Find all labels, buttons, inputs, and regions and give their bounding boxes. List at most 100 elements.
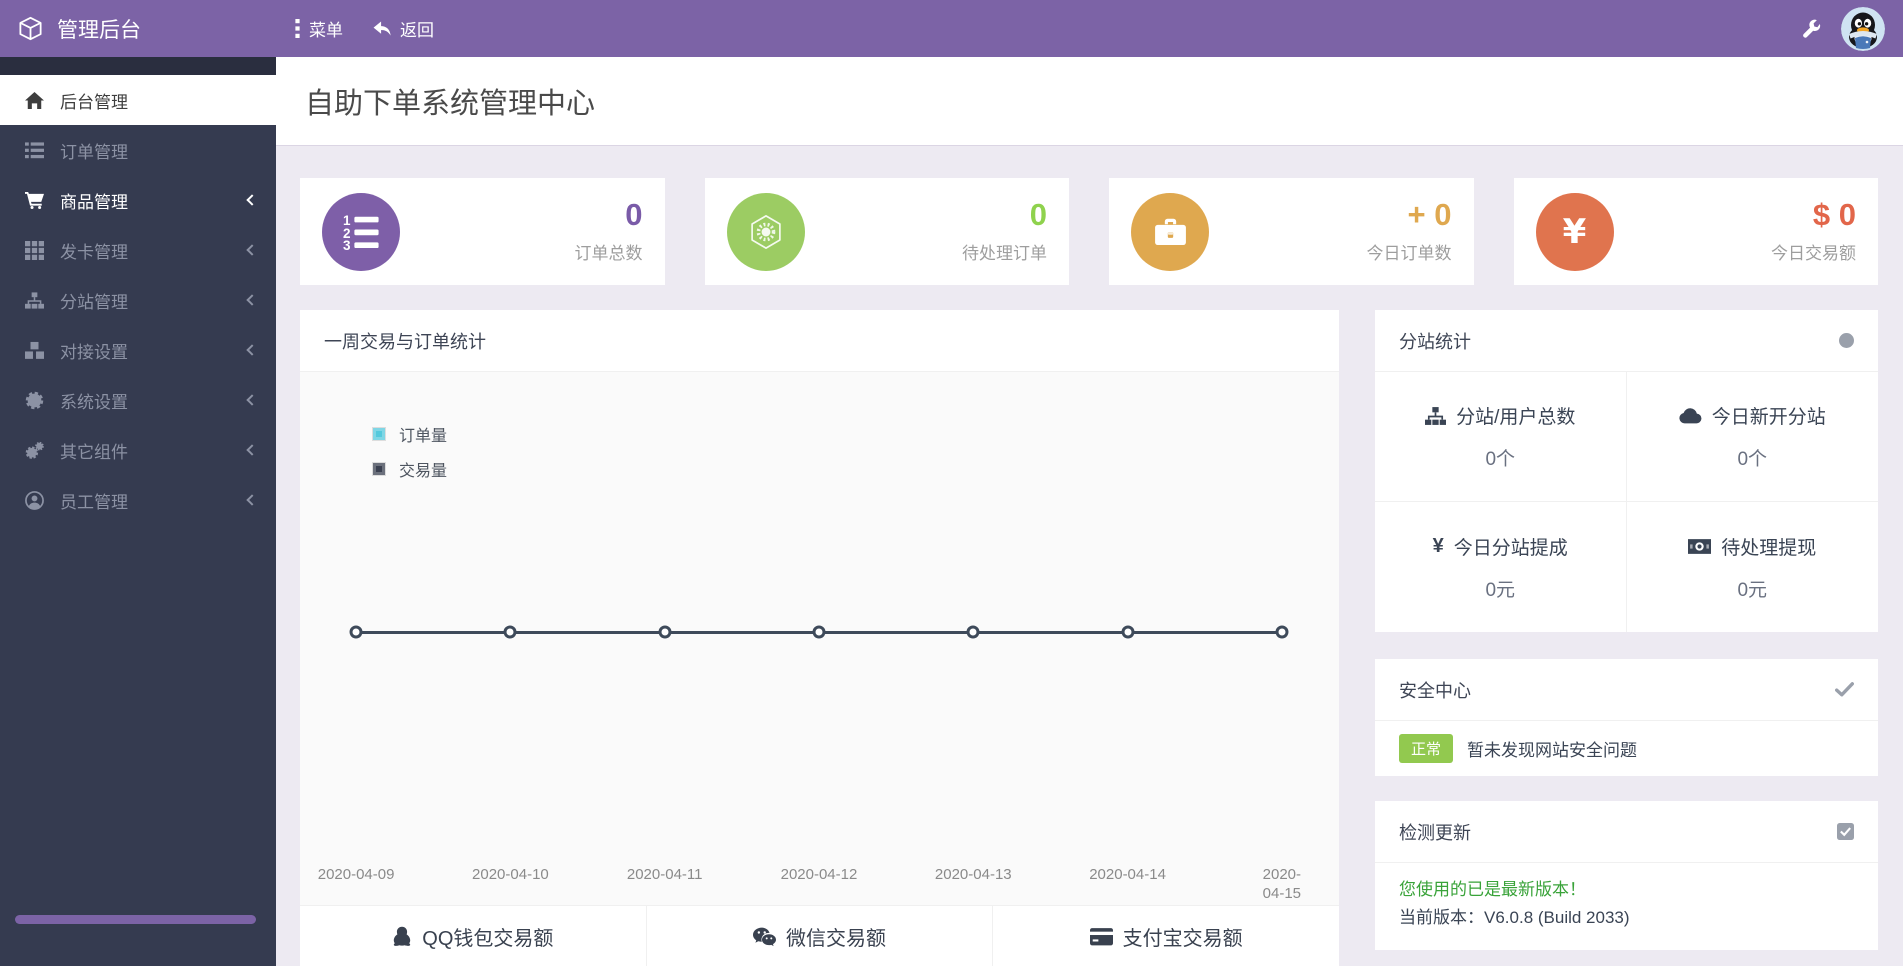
hex-gear-icon — [746, 212, 786, 252]
sidebar-item-label: 对接设置 — [60, 342, 128, 362]
x-axis-label: 2020-04-10 — [472, 866, 549, 883]
stat-card: 123 0 订单总数 — [300, 178, 665, 285]
x-axis-label: 2020-04-11 — [626, 866, 703, 883]
topbar: 管理后台 菜单 返回 — [0, 0, 1903, 57]
x-axis-label: 2020-04-12 — [780, 866, 858, 883]
substation-cell-value: 0元 — [1737, 579, 1768, 601]
user-icon — [23, 490, 45, 510]
footer-metric[interactable]: 微信交易额 — [645, 906, 993, 966]
sidebar-item-label: 后台管理 — [60, 92, 128, 112]
current-version: 当前版本：V6.0.8 (Build 2033) — [1399, 908, 1630, 927]
sidebar-top-strip — [0, 57, 276, 75]
substation-cell-value: 0元 — [1485, 579, 1516, 601]
sidebar-item[interactable]: 分站管理 — [0, 275, 276, 325]
x-axis-label: 2020-04-15 — [1262, 866, 1302, 902]
check-icon — [1835, 682, 1854, 697]
legend-label: 订单量 — [399, 428, 448, 445]
yen-icon: ¥ — [1562, 211, 1587, 252]
legend-item[interactable]: 交易量 — [372, 457, 447, 481]
cubes-icon — [23, 340, 45, 360]
sidebar-item[interactable]: 对接设置 — [0, 325, 276, 375]
chevron-left-icon — [246, 394, 258, 406]
chart-legend: 订单量 交易量 — [372, 422, 447, 481]
footer-metric[interactable]: 支付宝交易额 — [992, 906, 1339, 966]
wrench-icon[interactable] — [1801, 19, 1821, 39]
stat-label: 待处理订单 — [962, 243, 1047, 263]
legend-item[interactable]: 订单量 — [372, 422, 447, 446]
data-point-marker[interactable] — [658, 625, 672, 639]
data-point-marker[interactable] — [1121, 625, 1135, 639]
data-point-marker[interactable] — [349, 625, 363, 639]
sidebar-item[interactable]: 员工管理 — [0, 475, 276, 525]
top-nav: 菜单 返回 — [294, 16, 434, 41]
circle-icon — [1839, 333, 1854, 348]
sitemap-icon — [23, 290, 45, 310]
avatar[interactable] — [1841, 6, 1885, 51]
sidebar-item-label: 系统设置 — [60, 392, 128, 412]
data-point-marker[interactable] — [812, 625, 826, 639]
substation-cell: 今日新开分站 0个 — [1626, 372, 1878, 502]
substation-cell-label: 分站/用户总数 — [1456, 407, 1576, 428]
money-bill-icon — [1688, 538, 1712, 554]
cogs-icon — [23, 440, 45, 460]
data-point-marker[interactable] — [966, 625, 980, 639]
stat-card: + 0 今日订单数 — [1109, 178, 1474, 285]
main-content: 自助下单系统管理中心 123 0 订单总数 0 待处理订单 + 0 今日订单数 … — [276, 57, 1903, 966]
footer-metric[interactable]: QQ钱包交易额 — [300, 906, 646, 966]
chevron-left-icon — [246, 294, 258, 306]
chart-panel: 一周交易与订单统计 订单量 交易量 2020-04-09 2020-04-10 … — [300, 310, 1339, 966]
list-icon — [23, 140, 45, 160]
stat-value: $ 0 — [1812, 197, 1856, 233]
data-point-marker[interactable] — [1275, 625, 1289, 639]
title-band: 自助下单系统管理中心 — [276, 57, 1903, 146]
grid-icon — [23, 240, 45, 260]
sidebar-scroll-handle[interactable] — [15, 915, 256, 924]
sidebar-item[interactable]: 其它组件 — [0, 425, 276, 475]
stat-icon-circle — [1131, 192, 1209, 271]
status-badge: 正常 — [1399, 734, 1454, 763]
page-title: 自助下单系统管理中心 — [305, 88, 596, 120]
sidebar-item[interactable]: 商品管理 — [0, 175, 276, 225]
update-panel-title: 检测更新 — [1399, 822, 1471, 843]
qq-icon — [392, 926, 412, 947]
substation-cell: 分站/用户总数 0个 — [1375, 372, 1627, 502]
cart-icon — [23, 190, 45, 210]
update-status: 您使用的已是最新版本！ — [1399, 880, 1586, 899]
legend-label: 交易量 — [399, 463, 448, 480]
topbar-right — [1801, 6, 1903, 51]
sidebar-item-label: 员工管理 — [60, 492, 128, 512]
legend-swatch — [372, 462, 386, 476]
chart-panel-footer: QQ钱包交易额 微信交易额 支付宝交易额 — [300, 905, 1339, 966]
stat-label: 订单总数 — [574, 243, 643, 263]
security-panel-title: 安全中心 — [1399, 680, 1471, 701]
stat-value: + 0 — [1407, 197, 1452, 233]
back-button[interactable]: 返回 — [373, 16, 434, 41]
stat-icon-circle: ¥ — [1535, 192, 1614, 271]
substation-cell-value: 0个 — [1737, 449, 1768, 470]
brand-title: 管理后台 — [57, 18, 141, 42]
x-axis-label: 2020-04-13 — [934, 866, 1012, 883]
brand[interactable]: 管理后台 — [0, 14, 276, 44]
sidebar-item[interactable]: 系统设置 — [0, 375, 276, 425]
menu-toggle-button[interactable]: 菜单 — [294, 16, 343, 41]
sidebar-item[interactable]: 后台管理 — [0, 75, 276, 125]
sidebar-item-label: 订单管理 — [60, 142, 128, 162]
data-point-marker[interactable] — [503, 625, 517, 639]
stat-card: 0 待处理订单 — [704, 178, 1069, 285]
stat-label: 今日交易额 — [1771, 243, 1856, 263]
x-axis: 2020-04-09 2020-04-10 2020-04-11 2020-04-12… — [300, 866, 1339, 906]
footer-metric-label: 支付宝交易额 — [1122, 928, 1243, 950]
list-ol-icon: 123 — [343, 213, 380, 250]
stat-value: 0 — [1029, 197, 1047, 233]
cloud-icon — [1679, 407, 1702, 424]
sidebar-item-label: 分站管理 — [60, 292, 128, 312]
svg-text:3: 3 — [343, 238, 351, 250]
sidebar-item[interactable]: 发卡管理 — [0, 225, 276, 275]
sitemap-dark-icon — [1425, 406, 1447, 425]
update-panel: 检测更新 您使用的已是最新版本！ 当前版本：V6.0.8 (Build 2033… — [1375, 801, 1878, 950]
stat-icon-circle — [726, 192, 805, 271]
sidebar-item[interactable]: 订单管理 — [0, 125, 276, 175]
x-axis-label: 2020-04-09 — [317, 866, 395, 883]
substation-panel-title: 分站统计 — [1399, 331, 1471, 352]
gear-icon — [23, 390, 45, 410]
